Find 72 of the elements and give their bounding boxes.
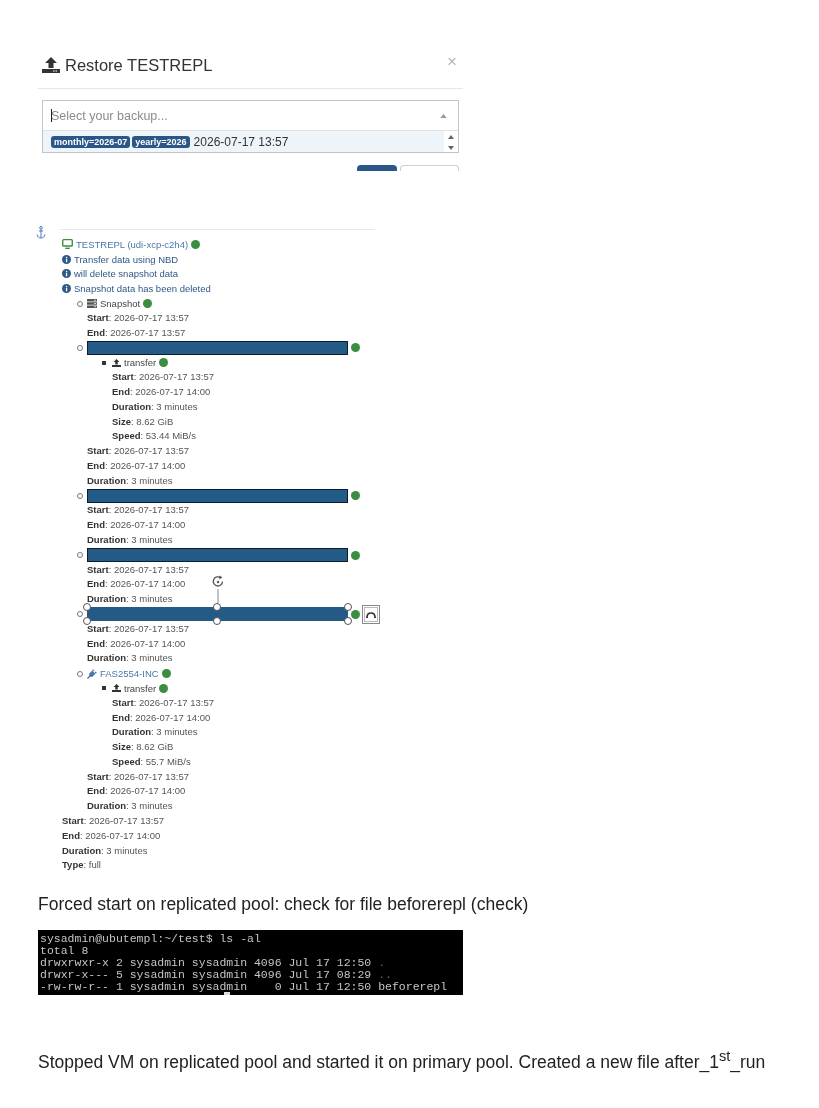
backup-option[interactable]: monthly=2026-07 yearly=2026 2026-07-17 13:57	[43, 131, 444, 152]
detail-text: Duration: 3 minutes	[87, 532, 173, 547]
detail-text: End: 2026-07-17 14:00	[112, 384, 211, 399]
detail-text: Speed: 55.7 MiB/s	[112, 754, 191, 769]
snapshot-label: Snapshot	[100, 298, 141, 310]
info-icon	[62, 284, 71, 294]
detail-text: Start: 2026-07-17 13:57	[87, 769, 189, 784]
rotate-handle-icon[interactable]	[210, 575, 225, 604]
monitor-icon	[62, 239, 73, 250]
upload-icon	[112, 358, 121, 367]
plug-icon	[87, 668, 97, 679]
transfer-label: transfer	[124, 357, 157, 369]
search-field[interactable]: Select your backup...	[51, 108, 434, 123]
upload-icon	[42, 57, 60, 73]
detail-text: Start: 2026-07-17 13:57	[62, 814, 164, 829]
detail-text: Start: 2026-07-17 13:57	[112, 370, 214, 385]
terminal-line: drwxrwxr-x 2 sysadmin sysadmin 4096 Jul 17 12:50 .	[40, 957, 386, 970]
option-label: 2026-07-17 13:57	[193, 134, 289, 149]
detail-text: Size: 8.62 GiB	[112, 414, 174, 429]
info-icon	[62, 254, 71, 264]
detail-text: Start: 2026-07-17 13:57	[87, 311, 189, 325]
detail-text: End: 2026-07-17 14:00	[87, 784, 186, 799]
server-icon	[87, 299, 97, 309]
detail-text: Duration: 3 minutes	[62, 843, 148, 858]
info-message: will delete snapshot data	[74, 268, 179, 280]
detail-text: End: 2026-07-17 14:00	[87, 458, 186, 473]
detail-text: End: 2026-07-17 14:00	[87, 636, 186, 651]
transfer-label: transfer	[124, 682, 157, 694]
detail-text: Duration: 3 minutes	[112, 725, 198, 740]
backup-tag: yearly=2026	[132, 135, 190, 148]
detail-text: Start: 2026-07-17 13:57	[87, 621, 189, 636]
detail-text: End: 2026-07-17 13:57	[87, 325, 186, 340]
detail-text: End: 2026-07-17 14:00	[87, 518, 186, 533]
detail-text: Speed: 53.44 MiB/s	[112, 429, 196, 444]
detail-text: Duration: 3 minutes	[87, 592, 173, 607]
detail-text: Type: full	[62, 858, 101, 873]
anchor-icon	[36, 226, 46, 239]
terminal-line: sysadmin@ubutempl:~/test$ ls -al	[40, 933, 261, 946]
detail-text: Duration: 3 minutes	[87, 473, 173, 488]
detail-text: Start: 2026-07-17 13:57	[112, 695, 214, 710]
info-icon	[62, 269, 71, 279]
remote-link[interactable]: FAS2554-INC	[100, 668, 159, 679]
detail-text: Duration: 3 minutes	[87, 799, 173, 814]
upload-icon	[112, 684, 121, 693]
text-cursor-icon	[51, 109, 52, 122]
layout-options-icon[interactable]	[362, 604, 380, 624]
terminal-line: total 8	[40, 945, 89, 958]
backup-tag: monthly=2026-07	[51, 135, 131, 148]
info-message: Transfer data using NBD	[74, 253, 179, 265]
primary-button[interactable]	[357, 165, 397, 171]
scroll-down-icon[interactable]	[448, 146, 454, 150]
detail-text: End: 2026-07-17 14:00	[112, 710, 211, 725]
terminal-line: -rw-rw-r-- 1 sysadmin sysadmin 0 Jul 17 12:50 beforerepl	[40, 981, 448, 994]
caret-icon[interactable]	[440, 113, 447, 118]
dialog-title: Restore TESTREPL	[65, 55, 213, 75]
scroll-up-icon[interactable]	[448, 135, 454, 139]
bullet-icon	[102, 686, 106, 691]
info-message: Snapshot data has been deleted	[74, 283, 211, 295]
detail-text: End: 2026-07-17 14:00	[87, 577, 186, 592]
detail-text: Start: 2026-07-17 13:57	[87, 444, 189, 459]
detail-text: Size: 8.62 GiB	[112, 740, 174, 755]
detail-text: Duration: 3 minutes	[87, 651, 173, 666]
note-text: Stopped VM on replicated pool and started it on primary pool. Created a new file after_1$^{st}$_run	[38, 1047, 766, 1074]
vm-link[interactable]: TESTREPL (udi-xcp-c2h4)	[76, 238, 189, 250]
bullet-icon	[102, 360, 106, 365]
detail-text: Start: 2026-07-17 13:57	[87, 562, 189, 577]
terminal-cursor-icon	[224, 992, 230, 996]
note-text: Forced start on replicated pool: check for file beforerepl (check)	[38, 894, 529, 916]
detail-text: End: 2026-07-17 14:00	[62, 828, 161, 843]
detail-text: Duration: 3 minutes	[112, 399, 198, 414]
terminal-line: drwxr-x--- 5 sysadmin sysadmin 4096 Jul 17 08:29 ..	[40, 969, 392, 982]
detail-text: Start: 2026-07-17 13:57	[87, 503, 189, 518]
